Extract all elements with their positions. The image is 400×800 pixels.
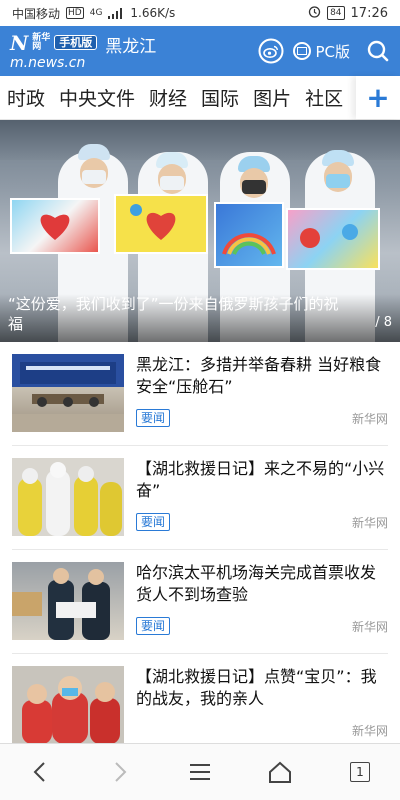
network-type: 4G xyxy=(89,8,103,18)
logo-url: m.news.cn xyxy=(10,54,86,71)
tab-count: 1 xyxy=(350,762,370,782)
hero-drawing xyxy=(10,198,100,254)
menu-icon[interactable] xyxy=(180,752,220,792)
list-item[interactable]: 哈尔滨太平机场海关完成首票收发货人不到场查验 要闻 新华网 xyxy=(12,550,388,654)
forward-icon[interactable] xyxy=(100,752,140,792)
home-icon[interactable] xyxy=(260,752,300,792)
hero-page-counter: / 8 xyxy=(375,315,392,330)
hero-drawing xyxy=(214,202,284,268)
category-tabs: 时政 中央文件 财经 国际 图片 社区 + xyxy=(0,76,400,120)
news-tag: 要闻 xyxy=(136,513,171,531)
clock: 17:26 xyxy=(350,5,388,21)
news-source: 新华网 xyxy=(351,516,388,530)
site-logo[interactable]: N 新华网 手机版 m.news.cn xyxy=(10,30,98,71)
hero-mask xyxy=(160,176,184,190)
signal-icon xyxy=(108,7,124,19)
news-title[interactable]: 【湖北救援日记】点赞“宝贝”：我的战友，我的亲人 xyxy=(136,666,388,710)
back-icon[interactable] xyxy=(20,752,60,792)
news-thumbnail-medics-yellow[interactable] xyxy=(12,458,124,536)
pc-version-label: PC版 xyxy=(315,42,350,61)
alarm-icon xyxy=(308,5,321,21)
logo-badge: 手机版 xyxy=(54,35,98,50)
news-source: 新华网 xyxy=(351,412,388,426)
browser-toolbar: 1 xyxy=(0,743,400,800)
network-speed: 1.66K/s xyxy=(130,6,176,20)
logo-brand: 新华网 xyxy=(32,32,51,52)
news-tag: 要闻 xyxy=(136,409,171,427)
carrier-label: 中国移动 xyxy=(12,6,61,21)
hero-drawing xyxy=(114,194,208,254)
news-list: 黑龙江：多措并举备春耕 当好粮食安全“压舱石” 要闻 新华网 【湖北救援日记】来… xyxy=(0,342,400,758)
news-source: 新华网 xyxy=(351,724,388,738)
tab-pictures[interactable]: 图片 xyxy=(246,84,298,111)
region-label[interactable]: 黑龙江 xyxy=(105,32,156,57)
hero-mask xyxy=(82,170,106,184)
pc-version-button[interactable]: PC版 xyxy=(293,41,350,62)
monitor-icon xyxy=(293,42,312,60)
hero-mask xyxy=(326,174,350,188)
search-icon[interactable] xyxy=(366,39,390,63)
tab-international[interactable]: 国际 xyxy=(194,84,246,111)
hd-indicator: HD xyxy=(66,7,84,19)
hero-carousel[interactable]: “这份爱，我们收到了”一份来自俄罗斯孩子们的祝福 / 8 xyxy=(0,120,400,342)
news-title[interactable]: 黑龙江：多措并举备春耕 当好粮食安全“压舱石” xyxy=(136,354,388,398)
tab-politics[interactable]: 时政 xyxy=(0,84,52,111)
battery-icon: 84 xyxy=(327,6,345,20)
news-thumbnail-nurses-red[interactable] xyxy=(12,666,124,744)
news-thumbnail-meeting[interactable] xyxy=(12,354,124,432)
news-thumbnail-customs[interactable] xyxy=(12,562,124,640)
battery-level: 84 xyxy=(330,8,342,18)
news-title[interactable]: 【湖北救援日记】来之不易的“小兴奋” xyxy=(136,458,388,502)
list-item[interactable]: 黑龙江：多措并举备春耕 当好粮食安全“压舱石” 要闻 新华网 xyxy=(12,342,388,446)
tab-central-documents[interactable]: 中央文件 xyxy=(52,84,142,111)
weibo-icon[interactable] xyxy=(257,37,285,65)
list-item[interactable]: 【湖北救援日记】来之不易的“小兴奋” 要闻 新华网 xyxy=(12,446,388,550)
hero-drawing xyxy=(286,208,380,270)
tab-finance[interactable]: 财经 xyxy=(142,84,194,111)
site-header: N 新华网 手机版 m.news.cn 黑龙江 PC版 xyxy=(0,26,400,76)
news-title[interactable]: 哈尔滨太平机场海关完成首票收发货人不到场查验 xyxy=(136,562,388,606)
status-bar: 中国移动 HD 4G 1.66K/s 84 17:26 xyxy=(0,0,400,26)
tabs-icon[interactable]: 1 xyxy=(340,752,380,792)
hero-caption[interactable]: “这份爱，我们收到了”一份来自俄罗斯孩子们的祝福 xyxy=(8,294,348,334)
hero-mask xyxy=(242,180,266,194)
add-channel-button[interactable]: + xyxy=(356,76,400,119)
news-source: 新华网 xyxy=(351,620,388,634)
logo-mark: N xyxy=(10,30,29,55)
news-tag: 要闻 xyxy=(136,617,171,635)
tab-community[interactable]: 社区 xyxy=(298,84,350,111)
